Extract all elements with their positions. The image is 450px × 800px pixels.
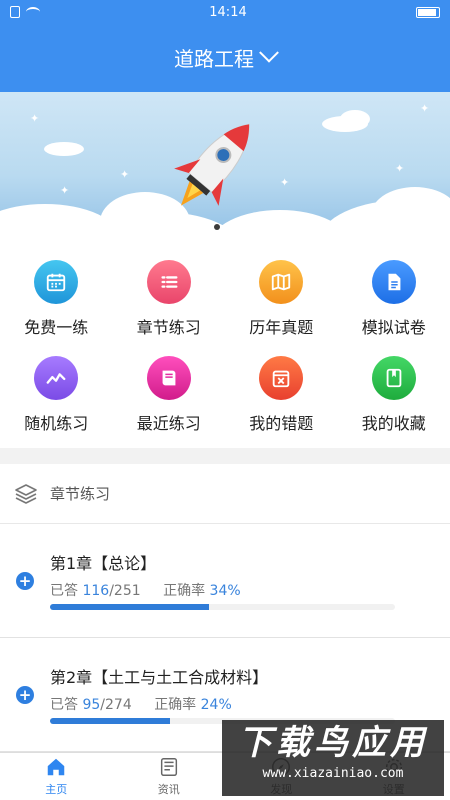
trend-icon — [34, 356, 79, 400]
news-icon — [160, 758, 177, 776]
banner-carousel[interactable]: ✦ ✦ ✦ ✦ ✦ ✦ — [0, 92, 450, 244]
subject-selector[interactable]: 道路工程 — [0, 24, 450, 90]
menu-mock-exams[interactable]: 模拟试卷 — [338, 260, 450, 356]
calendar-icon — [34, 260, 79, 304]
tab-news[interactable]: 资讯 — [113, 753, 226, 800]
error-calendar-icon — [259, 356, 304, 400]
status-bar: 14:14 — [0, 0, 450, 24]
chapter-section: 章节练习 + 第1章【总论】 已答 116/251 正确率 34% + 第2章【… — [0, 464, 450, 752]
answered-count: 95 — [82, 697, 101, 713]
menu-my-favorites[interactable]: 我的收藏 — [338, 356, 450, 452]
menu-past-exams[interactable]: 历年真题 — [225, 260, 338, 356]
page-title: 道路工程 — [174, 46, 254, 71]
chevron-down-icon — [259, 42, 279, 63]
section-title: 章节练习 — [50, 485, 111, 503]
menu-my-mistakes[interactable]: 我的错题 — [225, 356, 338, 452]
watermark: 下载鸟应用 www.xiazainiao.com — [222, 720, 444, 796]
accuracy-label: 正确率 — [154, 697, 197, 713]
menu-label: 历年真题 — [249, 318, 314, 337]
status-time: 14:14 — [209, 4, 247, 20]
progress-bar — [50, 604, 395, 610]
chapter-stats: 已答 95/274 正确率 24% — [50, 697, 232, 713]
accuracy-value: 34% — [209, 583, 241, 599]
total-count: 274 — [105, 697, 132, 713]
rocket-illustration — [174, 123, 250, 206]
answered-count: 116 — [82, 583, 110, 599]
tab-home[interactable]: 主页 — [0, 753, 113, 800]
document-icon — [371, 260, 416, 304]
map-icon — [259, 260, 304, 304]
menu-label: 免费一练 — [24, 318, 89, 337]
menu-recent-practice[interactable]: 最近练习 — [113, 356, 226, 452]
section-header: 章节练习 — [0, 464, 450, 524]
menu-random-practice[interactable]: 随机练习 — [0, 356, 113, 452]
menu-label: 最近练习 — [136, 414, 201, 433]
chapter-title: 第1章【总论】 — [50, 554, 157, 573]
sim-icon — [10, 6, 20, 18]
list-icon — [146, 260, 191, 304]
accuracy-value: 24% — [200, 697, 232, 713]
menu-label: 随机练习 — [24, 414, 89, 433]
tab-label: 主页 — [45, 783, 68, 796]
home-icon — [48, 758, 65, 776]
answered-label: 已答 — [50, 583, 78, 599]
feature-grid: 免费一练 章节练习 历年真题 模拟试卷 随机练习 最近练习 我的错题 我的收藏 — [0, 244, 450, 448]
menu-free-practice[interactable]: 免费一练 — [0, 260, 113, 356]
chapter-item[interactable]: + 第1章【总论】 已答 116/251 正确率 34% — [0, 524, 450, 638]
menu-chapter-practice[interactable]: 章节练习 — [113, 260, 226, 356]
watermark-url: www.xiazainiao.com — [262, 766, 404, 781]
menu-label: 章节练习 — [136, 318, 201, 337]
top-bar: 14:14 道路工程 — [0, 0, 450, 92]
answered-label: 已答 — [50, 697, 78, 713]
carousel-dots[interactable] — [214, 224, 232, 230]
battery-icon — [416, 6, 440, 18]
accuracy-label: 正确率 — [163, 583, 206, 599]
expand-plus-icon[interactable]: + — [16, 572, 34, 590]
menu-label: 我的收藏 — [361, 414, 426, 433]
watermark-title: 下载鸟应用 — [238, 723, 428, 763]
total-count: 251 — [113, 583, 141, 599]
menu-label: 模拟试卷 — [361, 318, 426, 337]
book-icon — [146, 356, 191, 400]
wifi-icon — [26, 7, 40, 17]
chapter-title: 第2章【土工与土工合成材料】 — [50, 668, 269, 687]
expand-plus-icon[interactable]: + — [16, 686, 34, 704]
layers-icon — [15, 483, 37, 504]
bookmark-icon — [371, 356, 416, 400]
tab-label: 资讯 — [157, 783, 180, 796]
menu-label: 我的错题 — [249, 414, 314, 433]
chapter-stats: 已答 116/251 正确率 34% — [50, 583, 241, 599]
